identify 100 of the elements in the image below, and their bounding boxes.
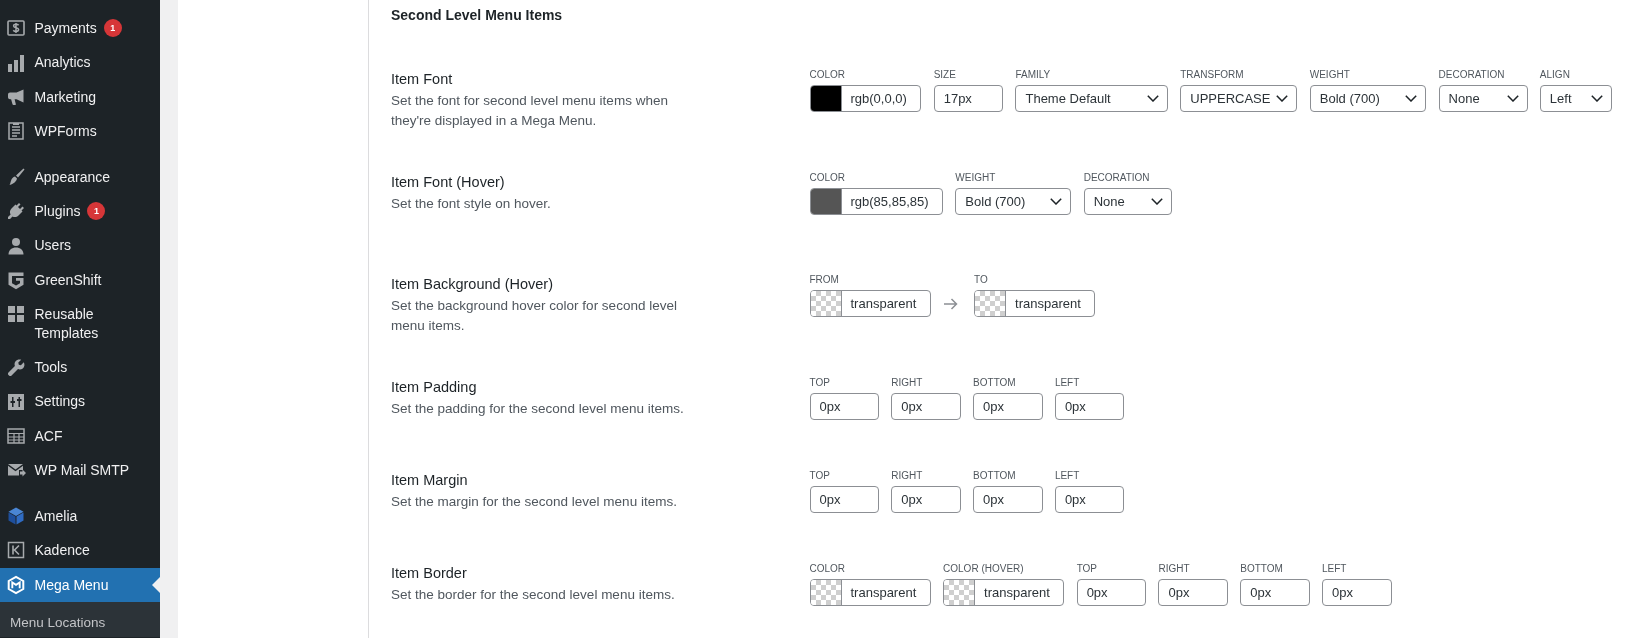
input-field[interactable]: 0px [1054,485,1125,513]
menu-item[interactable]: ACF [0,418,160,454]
plug-icon [6,201,26,222]
field-label: COLOR [809,69,846,81]
menu-item[interactable]: Plugins 1 [0,194,160,229]
select-dropdown[interactable]: UPPERCASE [1180,85,1298,112]
setting-description: Set the padding for the second level menu items. [391,399,684,418]
field-label: BOTTOM [973,469,1016,482]
select-dropdown[interactable]: Bold (700) [1309,85,1427,112]
field-label: RIGHT [1158,562,1190,575]
setting-description: Set the font style on hover. [391,194,551,213]
user-icon [6,235,26,256]
field-label: TOP [809,376,830,389]
sliders-icon [6,391,26,412]
field-label: LEFT [1322,562,1347,575]
input-field[interactable]: 0px [1076,578,1147,606]
count-badge: 1 [103,19,122,38]
chevron-icon [1050,197,1063,205]
select-dropdown[interactable]: Bold (700) [955,187,1072,215]
bar-chart-icon [6,52,26,73]
menu-item[interactable]: Marketing [0,79,160,115]
input-field[interactable]: 0px [1158,578,1228,606]
chevron-icon [1590,95,1603,102]
color-field[interactable]: rgb(0,0,0) [809,85,922,112]
select-dropdown[interactable]: Theme Default [1015,85,1168,112]
input-field[interactable]: 17px [933,85,1004,112]
setting-title: Item Border [391,563,467,583]
chevron-icon [1506,95,1519,102]
setting-title: Item Margin [391,470,468,490]
field-label: ALIGN [1539,69,1570,81]
color-field[interactable]: transparent [943,578,1065,606]
color-field[interactable]: transparent [809,578,931,606]
menu-item[interactable]: Amelia [0,498,160,534]
input-field[interactable]: 0px [1322,578,1392,606]
field-label: TO [974,274,988,286]
menu-item[interactable]: Kadence [0,533,160,568]
field-label: RIGHT [891,469,923,482]
input-field[interactable]: 0px [1054,392,1125,420]
field-label: WEIGHT [1309,69,1350,81]
form-icon [6,121,26,142]
logo-square-icon [6,540,26,561]
chevron-icon [1405,95,1418,102]
field-label: SIZE [933,69,956,81]
field-label: WEIGHT [955,171,996,184]
submenu-item[interactable]: Menu Locations [0,608,118,637]
input-field[interactable]: 0px [891,392,961,420]
color-field[interactable]: transparent [974,290,1096,317]
setting-title: Item Padding [391,377,477,397]
setting-title: Item Font [391,70,453,89]
menu-item[interactable]: Mega Menu [0,567,160,602]
field-label: LEFT [1054,469,1080,482]
menu-item[interactable]: WPForms [0,114,160,149]
table-icon [6,426,26,447]
field-label: FROM [809,274,839,286]
setting-description: Set the background hover color for second level menu items. [391,297,678,335]
color-field[interactable]: rgb(85,85,85) [809,187,944,215]
menu-item[interactable]: Analytics [0,45,160,80]
select-dropdown[interactable]: None [1083,187,1172,215]
setting-description: Set the border for the second level menu items. [391,585,675,604]
field-label: FAMILY [1015,69,1051,81]
field-label: COLOR [809,171,846,184]
field-label: DECORATION [1083,171,1150,184]
setting-description: Set the font for second level menu items when they're displayed in a Mega Menu. [391,92,669,130]
input-field[interactable]: 0px [1240,578,1310,606]
field-label: TRANSFORM [1180,69,1244,81]
shield-icon [6,270,26,291]
chevron-icon [1146,95,1159,102]
input-field[interactable]: 0px [891,485,961,513]
input-field[interactable]: 0px [809,392,879,420]
count-badge: 1 [87,202,106,221]
field-label: COLOR (HOVER) [943,562,1024,575]
menu-item[interactable]: Appearance [0,159,160,195]
triangle-icon [152,576,160,593]
dollar-icon [6,18,26,39]
field-label: RIGHT [891,376,923,389]
input-field[interactable]: 0px [973,392,1043,420]
grid-icon [6,304,26,325]
field-label: BOTTOM [973,376,1016,389]
menu-item[interactable]: GreenShift [0,262,160,298]
menu-item[interactable]: WP Mail SMTP [0,453,160,488]
select-dropdown[interactable]: Left [1539,85,1612,112]
select-dropdown[interactable]: None [1438,85,1528,112]
field-label: COLOR [809,562,846,575]
megaphone-icon [6,87,26,107]
input-field[interactable]: 0px [973,485,1043,513]
field-label: TOP [809,469,830,482]
input-field[interactable]: 0px [809,485,879,513]
field-label: LEFT [1054,376,1080,389]
menu-item[interactable]: Payments 1 [0,11,160,46]
menu-item[interactable]: Settings [0,384,160,419]
setting-title: Item Font (Hover) [391,172,505,192]
color-field[interactable]: transparent [809,290,931,317]
arrow-right-icon [943,297,958,310]
chevron-icon [1276,95,1289,102]
menu-item[interactable]: Tools [0,350,160,385]
section-heading: Second Level Menu Items [391,6,563,25]
menu-item[interactable]: Reusable Templates [0,297,160,351]
menu-item[interactable]: Users [0,228,160,263]
hexagon-logo-icon [6,574,26,595]
wrench-icon [6,357,26,378]
